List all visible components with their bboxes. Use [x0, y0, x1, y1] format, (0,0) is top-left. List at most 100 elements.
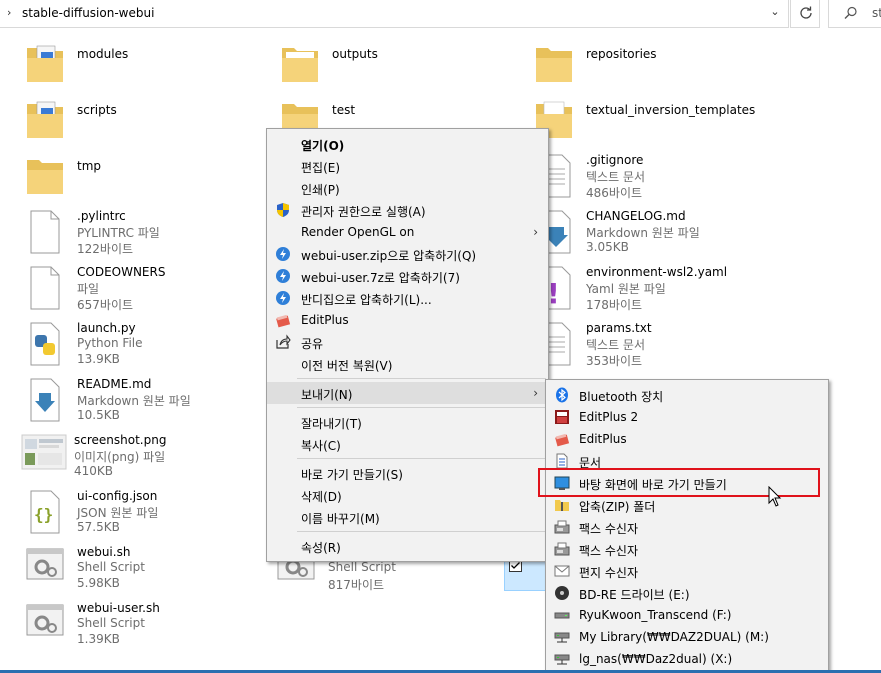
- menu-item-edit[interactable]: 편집(E): [267, 155, 548, 177]
- send-to-editplus2[interactable]: EditPlus 2: [546, 406, 828, 428]
- menu-item-label: 인쇄(P): [301, 183, 340, 197]
- menu-item-label: My Library(₩₩DAZ2DUAL) (M:): [579, 630, 769, 644]
- item-type: Shell Script: [77, 616, 145, 630]
- file-item[interactable]: .gitignore 텍스트 문서 486바이트: [534, 153, 774, 205]
- menu-item-zip-compress[interactable]: webui-user.zip으로 압축하기(Q): [267, 243, 548, 265]
- item-type: 텍스트 문서: [586, 170, 646, 184]
- shell-script-icon: [25, 601, 69, 649]
- item-name: textual_inversion_templates: [586, 103, 756, 117]
- menu-item-label: 삭제(D): [301, 490, 342, 504]
- item-name: .pylintrc: [77, 209, 126, 223]
- fax-icon: [554, 542, 570, 556]
- menu-item-cut[interactable]: 잘라내기(T): [267, 411, 548, 433]
- file-item[interactable]: CODEOWNERS 파일 657바이트: [25, 265, 265, 317]
- address-bar[interactable]: › stable-diffusion-webui ⌄: [0, 0, 789, 28]
- file-item[interactable]: CHANGELOG.md Markdown 원본 파일 3.05KB: [534, 209, 774, 261]
- menu-item-restore-previous[interactable]: 이전 버전 복원(V): [267, 353, 548, 375]
- send-to-network-drive-x[interactable]: lg_nas(₩₩Daz2dual) (X:): [546, 648, 828, 670]
- item-size: 486바이트: [586, 186, 643, 200]
- item-size: 178바이트: [586, 298, 643, 312]
- file-item[interactable]: webui-user.sh Shell Script 1.39KB: [25, 601, 265, 653]
- menu-item-send-to[interactable]: 보내기(N) ›: [267, 382, 548, 404]
- item-name: repositories: [586, 47, 657, 61]
- item-size: 10.5KB: [77, 408, 120, 422]
- send-to-usb-drive[interactable]: RyuKwoon_Transcend (F:): [546, 604, 828, 626]
- editplus2-icon: [555, 410, 569, 424]
- folder-item[interactable]: scripts: [25, 98, 265, 150]
- menu-item-label: 열기(O): [301, 139, 345, 153]
- item-name: scripts: [77, 103, 117, 117]
- folder-item[interactable]: tmp: [25, 154, 265, 206]
- share-icon: [276, 334, 291, 349]
- menu-item-create-shortcut[interactable]: 바로 가기 만들기(S): [267, 462, 548, 484]
- item-type: 파일: [77, 282, 100, 296]
- menu-item-editplus[interactable]: EditPlus: [267, 309, 548, 331]
- shell-script-icon: [25, 545, 69, 593]
- menu-item-label: 속성(R): [301, 541, 341, 555]
- file-item[interactable]: ! environment-wsl2.yaml Yaml 원본 파일 178바이…: [534, 265, 774, 317]
- disc-drive-icon: [555, 586, 569, 600]
- menu-separator: [297, 458, 546, 459]
- folder-item[interactable]: modules: [25, 42, 265, 94]
- search-input[interactable]: st: [872, 6, 881, 20]
- image-thumbnail-icon: [20, 433, 67, 481]
- file-item[interactable]: webui.sh Shell Script 5.98KB: [25, 545, 265, 597]
- item-name: params.txt: [586, 321, 652, 335]
- send-to-editplus[interactable]: EditPlus: [546, 428, 828, 450]
- item-size: 410KB: [74, 464, 114, 478]
- search-icon: [844, 6, 857, 19]
- item-size: 657바이트: [77, 298, 134, 312]
- send-to-bd-re-drive[interactable]: BD-RE 드라이브 (E:): [546, 582, 828, 604]
- bandizip-icon: [276, 291, 290, 305]
- menu-item-open[interactable]: 열기(O): [267, 133, 548, 155]
- item-name: README.md: [77, 377, 152, 391]
- menu-item-print[interactable]: 인쇄(P): [267, 177, 548, 199]
- menu-item-label: 바로 가기 만들기(S): [301, 468, 403, 482]
- menu-item-7z-compress[interactable]: webui-user.7z로 압축하기(7): [267, 265, 548, 287]
- folder-item[interactable]: outputs: [280, 42, 520, 94]
- bluetooth-icon: [556, 387, 568, 403]
- item-type: Yaml 원본 파일: [586, 282, 666, 296]
- send-to-network-drive-m[interactable]: My Library(₩₩DAZ2DUAL) (M:): [546, 626, 828, 648]
- refresh-button[interactable]: [790, 0, 820, 28]
- menu-item-properties[interactable]: 속성(R): [267, 535, 548, 557]
- search-box[interactable]: st: [828, 0, 881, 28]
- file-item[interactable]: screenshot.png 이미지(png) 파일 410KB: [20, 433, 260, 485]
- refresh-icon: [800, 6, 812, 19]
- zip-folder-icon: [555, 500, 569, 511]
- item-name: test: [332, 103, 356, 117]
- send-to-fax-recipient[interactable]: 팩스 수신자: [546, 516, 828, 538]
- menu-item-label: webui-user.7z로 압축하기(7): [301, 271, 460, 285]
- breadcrumb-current-folder[interactable]: stable-diffusion-webui: [22, 6, 154, 20]
- item-type: Shell Script: [328, 560, 396, 574]
- submenu-arrow-icon: ›: [533, 386, 538, 400]
- file-item[interactable]: params.txt 텍스트 문서 353바이트: [534, 321, 774, 373]
- item-type: 텍스트 문서: [586, 338, 646, 352]
- folder-item[interactable]: textual_inversion_templates: [534, 98, 774, 150]
- send-to-bluetooth[interactable]: Bluetooth 장치: [546, 384, 828, 406]
- file-item[interactable]: README.md Markdown 원본 파일 10.5KB: [25, 377, 265, 429]
- menu-item-rename[interactable]: 이름 바꾸기(M): [267, 506, 548, 528]
- menu-item-render-opengl[interactable]: Render OpenGL on ›: [267, 221, 548, 243]
- file-item[interactable]: launch.py Python File 13.9KB: [25, 321, 265, 373]
- item-type: PYLINTRC 파일: [77, 226, 160, 240]
- menu-item-copy[interactable]: 복사(C): [267, 433, 548, 455]
- file-item[interactable]: .pylintrc PYLINTRC 파일 122바이트: [25, 209, 265, 261]
- blank-file-icon: [25, 265, 69, 313]
- item-name: ui-config.json: [77, 489, 158, 503]
- item-name: screenshot.png: [74, 433, 167, 447]
- folder-docs-icon: [25, 98, 69, 146]
- send-to-fax-recipient[interactable]: 팩스 수신자: [546, 538, 828, 560]
- folder-item[interactable]: repositories: [534, 42, 774, 94]
- address-history-dropdown[interactable]: ⌄: [766, 5, 784, 23]
- menu-item-delete[interactable]: 삭제(D): [267, 484, 548, 506]
- item-name: launch.py: [77, 321, 136, 335]
- menu-item-bandizip-compress[interactable]: 반디집으로 압축하기(L)...: [267, 287, 548, 309]
- menu-item-label: 관리자 권한으로 실행(A): [301, 205, 426, 219]
- file-item[interactable]: {} ui-config.json JSON 원본 파일 57.5KB: [25, 489, 265, 541]
- menu-item-run-as-admin[interactable]: 관리자 권한으로 실행(A): [267, 199, 548, 221]
- menu-item-share[interactable]: 공유: [267, 331, 548, 353]
- send-to-mail-recipient[interactable]: 편지 수신자: [546, 560, 828, 582]
- send-to-zip-folder[interactable]: 압축(ZIP) 폴더: [546, 494, 828, 516]
- breadcrumb-chevron-icon[interactable]: ›: [7, 6, 11, 19]
